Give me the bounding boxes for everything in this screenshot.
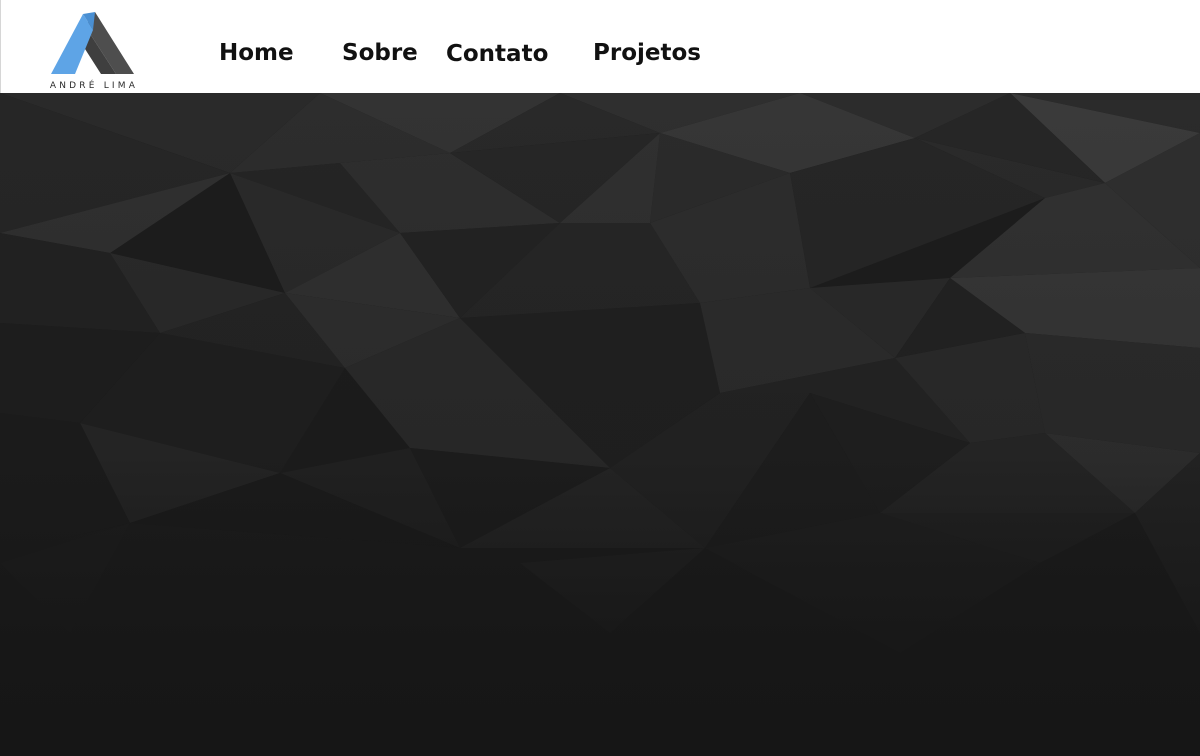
triangle-logo-icon: [51, 12, 134, 74]
nav-link-projetos[interactable]: Projetos: [593, 42, 701, 65]
nav-link-contato[interactable]: Contato: [446, 43, 548, 66]
nav-link-home[interactable]: Home: [219, 42, 294, 65]
brand-name: ANDRÉ LIMA: [49, 81, 139, 91]
low-poly-background: [0, 93, 1200, 756]
brand-logo[interactable]: ANDRÉ LIMA: [37, 8, 149, 92]
site-header: ANDRÉ LIMA Home Sobre Contato Projetos: [0, 0, 1200, 93]
hero-section: [0, 93, 1200, 756]
nav-link-sobre[interactable]: Sobre: [342, 42, 418, 65]
